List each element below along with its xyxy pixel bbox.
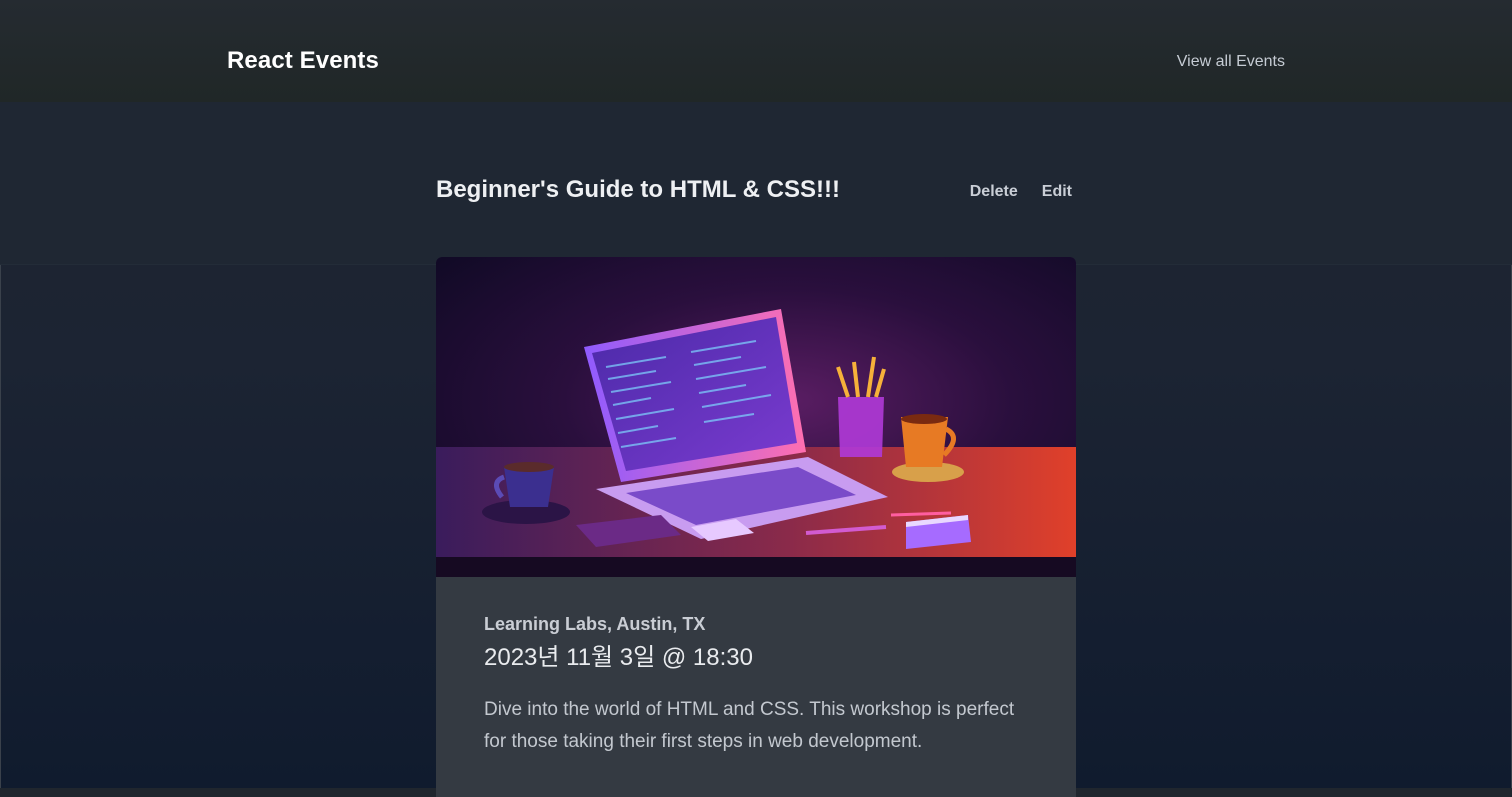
edit-button[interactable]: Edit <box>1042 183 1072 201</box>
event-description: Dive into the world of HTML and CSS. Thi… <box>484 699 1015 752</box>
event-title: Beginner's Guide to HTML & CSS!!! <box>436 176 840 203</box>
delete-button[interactable]: Delete <box>970 183 1018 201</box>
event-image <box>436 257 1076 577</box>
event-actions: Delete Edit <box>970 183 1072 201</box>
event-details: Learning Labs, Austin, TX 2023년 11월 3일 @… <box>436 577 1076 758</box>
brand-link[interactable]: React Events <box>227 47 379 75</box>
event-location: Learning Labs, Austin, TX <box>484 614 706 634</box>
event-datetime: 2023년 11월 3일 @ 18:30 <box>484 644 753 671</box>
top-header: React Events View all Events <box>0 0 1512 102</box>
event-title-bar: Beginner's Guide to HTML & CSS!!! Delete… <box>0 102 1512 265</box>
event-card: Learning Labs, Austin, TX 2023년 11월 3일 @… <box>436 257 1076 797</box>
view-all-events-link[interactable]: View all Events <box>1177 53 1285 71</box>
